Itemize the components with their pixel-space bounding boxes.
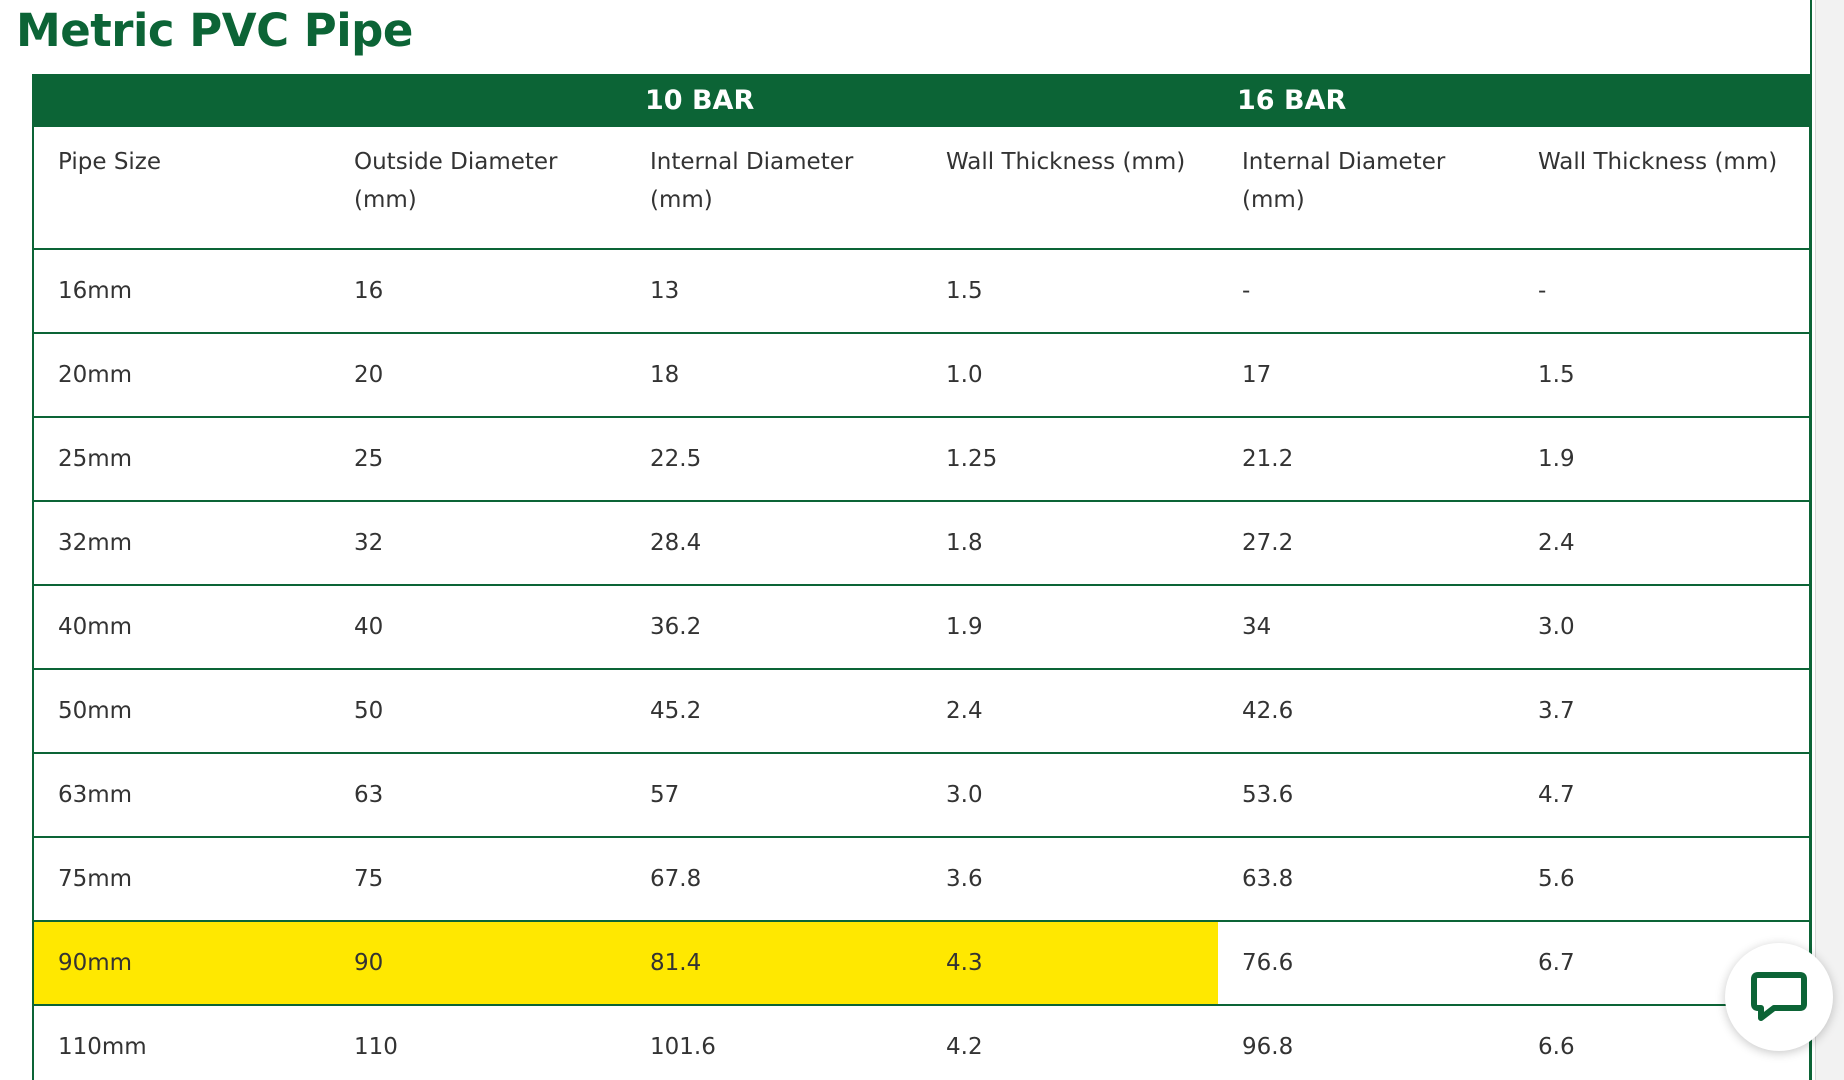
table-row: 75mm 75 67.8 3.6 63.8 5.6 bbox=[34, 837, 1810, 922]
internal-diameter-16bar-cell: 21.2 bbox=[1218, 417, 1514, 502]
wall-thickness-10bar-cell: 4.2 bbox=[922, 1005, 1218, 1080]
internal-diameter-16bar-cell: 17 bbox=[1218, 333, 1514, 418]
column-header-16bar-internal-diameter: Internal Diameter (mm) bbox=[1218, 127, 1514, 250]
column-header-10bar-internal-diameter: Internal Diameter (mm) bbox=[626, 127, 922, 250]
pipe-size-cell: 50mm bbox=[34, 669, 330, 754]
wall-thickness-10bar-cell: 3.0 bbox=[922, 753, 1218, 838]
table-row: 50mm 50 45.2 2.4 42.6 3.7 bbox=[34, 669, 1810, 754]
outside-diameter-cell: 50 bbox=[330, 669, 626, 754]
page-title: Metric PVC Pipe bbox=[16, 4, 413, 57]
pipe-size-cell: 75mm bbox=[34, 837, 330, 922]
wall-thickness-16bar-cell: 1.5 bbox=[1514, 333, 1810, 418]
wall-thickness-10bar-cell: 1.25 bbox=[922, 417, 1218, 502]
group-header-16-bar: 16 BAR bbox=[1218, 74, 1810, 127]
group-header-blank bbox=[34, 74, 627, 127]
page-scrollbar[interactable] bbox=[1815, 0, 1844, 1080]
pipe-size-cell: 63mm bbox=[34, 753, 330, 838]
outside-diameter-cell: 90 bbox=[330, 921, 626, 1006]
internal-diameter-16bar-cell: - bbox=[1218, 249, 1514, 334]
internal-diameter-10bar-cell: 22.5 bbox=[626, 417, 922, 502]
column-header-16bar-wall-thickness: Wall Thickness (mm) bbox=[1514, 127, 1810, 250]
wall-thickness-10bar-cell: 1.9 bbox=[922, 585, 1218, 670]
wall-thickness-10bar-cell: 3.6 bbox=[922, 837, 1218, 922]
wall-thickness-16bar-cell: 2.4 bbox=[1514, 501, 1810, 586]
wall-thickness-16bar-cell: 5.6 bbox=[1514, 837, 1810, 922]
outside-diameter-cell: 16 bbox=[330, 249, 626, 334]
pipe-size-cell: 25mm bbox=[34, 417, 330, 502]
column-header-pipe-size: Pipe Size bbox=[34, 127, 330, 250]
outside-diameter-cell: 63 bbox=[330, 753, 626, 838]
table-row: 90mm 90 81.4 4.3 76.6 6.7 bbox=[34, 921, 1810, 1006]
table-row: 40mm 40 36.2 1.9 34 3.0 bbox=[34, 585, 1810, 670]
internal-diameter-10bar-cell: 57 bbox=[626, 753, 922, 838]
wall-thickness-10bar-cell: 2.4 bbox=[922, 669, 1218, 754]
wall-thickness-16bar-cell: - bbox=[1514, 249, 1810, 334]
table-row: 25mm 25 22.5 1.25 21.2 1.9 bbox=[34, 417, 1810, 502]
internal-diameter-16bar-cell: 76.6 bbox=[1218, 921, 1514, 1006]
table-row: 32mm 32 28.4 1.8 27.2 2.4 bbox=[34, 501, 1810, 586]
internal-diameter-16bar-cell: 63.8 bbox=[1218, 837, 1514, 922]
wall-thickness-16bar-cell: 3.0 bbox=[1514, 585, 1810, 670]
internal-diameter-10bar-cell: 45.2 bbox=[626, 669, 922, 754]
pipe-size-cell: 110mm bbox=[34, 1005, 330, 1080]
pipe-size-cell: 40mm bbox=[34, 585, 330, 670]
table-row: 16mm 16 13 1.5- - bbox=[34, 249, 1810, 334]
internal-diameter-10bar-cell: 18 bbox=[626, 333, 922, 418]
internal-diameter-10bar-cell: 101.6 bbox=[626, 1005, 922, 1080]
outside-diameter-cell: 75 bbox=[330, 837, 626, 922]
internal-diameter-10bar-cell: 13 bbox=[626, 249, 922, 334]
chat-button[interactable] bbox=[1725, 943, 1833, 1051]
table-row: 110mm 110 101.6 4.2 96.8 6.6 bbox=[34, 1005, 1810, 1080]
outside-diameter-cell: 25 bbox=[330, 417, 626, 502]
column-header-outside-diameter: Outside Diameter (mm) bbox=[330, 127, 626, 250]
wall-thickness-10bar-cell: 1.5 bbox=[922, 249, 1218, 334]
content-right-border bbox=[1810, 0, 1812, 1080]
column-header-10bar-wall-thickness: Wall Thickness (mm) bbox=[922, 127, 1218, 250]
pipe-size-cell: 16mm bbox=[34, 249, 330, 334]
pipe-spec-table: 10 BAR 16 BAR Pipe Size Outside Diameter… bbox=[34, 74, 1810, 1080]
wall-thickness-10bar-cell: 4.3 bbox=[922, 921, 1218, 1006]
column-header-row: Pipe Size Outside Diameter (mm) Internal … bbox=[34, 127, 1810, 250]
pipe-size-cell: 90mm bbox=[34, 921, 330, 1006]
pipe-size-cell: 32mm bbox=[34, 501, 330, 586]
pipe-size-cell: 20mm bbox=[34, 333, 330, 418]
outside-diameter-cell: 110 bbox=[330, 1005, 626, 1080]
internal-diameter-16bar-cell: 53.6 bbox=[1218, 753, 1514, 838]
pipe-spec-rows: 16mm 16 13 1.5- -20mm 20 18 1.0 17 1.5 25mm 25 22.5 1… bbox=[34, 249, 1810, 1080]
table-row: 63mm 63 57 3.0 53.6 4.7 bbox=[34, 753, 1810, 838]
internal-diameter-16bar-cell: 42.6 bbox=[1218, 669, 1514, 754]
internal-diameter-16bar-cell: 96.8 bbox=[1218, 1005, 1514, 1080]
table-row: 20mm 20 18 1.0 17 1.5 bbox=[34, 333, 1810, 418]
internal-diameter-16bar-cell: 34 bbox=[1218, 585, 1514, 670]
wall-thickness-10bar-cell: 1.0 bbox=[922, 333, 1218, 418]
wall-thickness-16bar-cell: 3.7 bbox=[1514, 669, 1810, 754]
group-header-10-bar: 10 BAR bbox=[626, 74, 1219, 127]
internal-diameter-16bar-cell: 27.2 bbox=[1218, 501, 1514, 586]
outside-diameter-cell: 40 bbox=[330, 585, 626, 670]
wall-thickness-10bar-cell: 1.8 bbox=[922, 501, 1218, 586]
internal-diameter-10bar-cell: 81.4 bbox=[626, 921, 922, 1006]
wall-thickness-16bar-cell: 4.7 bbox=[1514, 753, 1810, 838]
pressure-group-header-row: 10 BAR 16 BAR bbox=[34, 74, 1810, 127]
internal-diameter-10bar-cell: 28.4 bbox=[626, 501, 922, 586]
internal-diameter-10bar-cell: 67.8 bbox=[626, 837, 922, 922]
chat-bubble-icon bbox=[1751, 972, 1807, 1021]
outside-diameter-cell: 32 bbox=[330, 501, 626, 586]
outside-diameter-cell: 20 bbox=[330, 333, 626, 418]
internal-diameter-10bar-cell: 36.2 bbox=[626, 585, 922, 670]
pipe-spec-table-container: 10 BAR 16 BAR Pipe Size Outside Diameter… bbox=[32, 74, 1810, 1080]
wall-thickness-16bar-cell: 1.9 bbox=[1514, 417, 1810, 502]
